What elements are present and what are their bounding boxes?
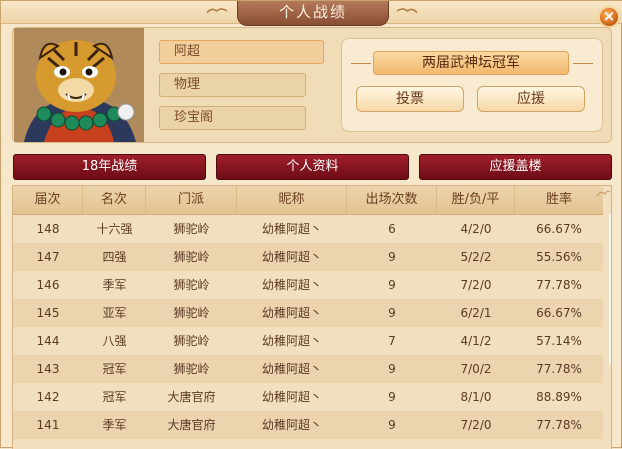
cell-win-rate: 66.67% bbox=[536, 222, 582, 236]
table-row[interactable]: 143 冠军 狮驼岭 幼稚阿超丶 9 7/0/2 77.78% bbox=[13, 355, 603, 383]
cell-rank: 十六强 bbox=[96, 222, 133, 236]
avatar bbox=[14, 28, 144, 142]
cell-win-rate: 55.56% bbox=[536, 250, 582, 264]
tab-support-thread[interactable]: 应援盖楼 bbox=[419, 154, 612, 180]
cell-win-rate: 66.67% bbox=[536, 306, 582, 320]
cell-nickname: 幼稚阿超丶 bbox=[261, 362, 322, 376]
personal-record-window: 个人战绩 × 阿超 物理 珍宝阁 两届武神坛冠军 投票 应援 18年战绩 个人资… bbox=[0, 0, 622, 449]
cell-win-loss-draw: 6/2/1 bbox=[460, 306, 492, 320]
cloud-ornament-icon bbox=[206, 8, 228, 14]
table-row[interactable]: 144 八强 狮驼岭 幼稚阿超丶 7 4/1/2 57.14% bbox=[13, 327, 603, 355]
cell-nickname: 幼稚阿超丶 bbox=[261, 418, 322, 432]
cell-appearances: 7 bbox=[388, 334, 396, 348]
cell-sect: 大唐官府 bbox=[167, 418, 216, 432]
cell-session: 147 bbox=[36, 250, 60, 264]
cloud-ornament-icon bbox=[596, 190, 611, 197]
cell-session: 145 bbox=[36, 306, 60, 320]
cell-session: 146 bbox=[36, 278, 60, 292]
cell-session: 142 bbox=[36, 390, 60, 404]
cell-sect: 狮驼岭 bbox=[173, 222, 210, 236]
cell-win-rate: 77.78% bbox=[536, 362, 582, 376]
cell-session: 148 bbox=[36, 222, 60, 236]
cell-session: 144 bbox=[36, 334, 60, 348]
cell-rank: 冠军 bbox=[102, 362, 127, 376]
honor-title: 两届武神坛冠军 bbox=[373, 51, 569, 75]
close-icon: × bbox=[602, 7, 616, 25]
cell-win-loss-draw: 8/1/0 bbox=[460, 390, 492, 404]
cell-rank: 季军 bbox=[102, 418, 127, 432]
window-title: 个人战绩 bbox=[237, 1, 389, 26]
sect-type-field: 物理 bbox=[159, 73, 306, 97]
cell-sect: 狮驼岭 bbox=[173, 278, 210, 292]
header-sect: 门派 bbox=[146, 186, 237, 214]
cell-rank: 季军 bbox=[102, 278, 127, 292]
cell-appearances: 9 bbox=[388, 278, 396, 292]
cell-nickname: 幼稚阿超丶 bbox=[261, 278, 322, 292]
honor-deco-right bbox=[573, 63, 593, 64]
cell-win-loss-draw: 7/2/0 bbox=[460, 418, 492, 432]
cell-win-rate: 57.14% bbox=[536, 334, 582, 348]
header-win-rate: 胜率 bbox=[545, 192, 572, 207]
player-name-field: 阿超 bbox=[159, 40, 324, 64]
table-row[interactable]: 142 冠军 大唐官府 幼稚阿超丶 9 8/1/0 88.89% bbox=[13, 383, 603, 411]
table-row[interactable]: 141 季军 大唐官府 幼稚阿超丶 9 7/2/0 77.78% bbox=[13, 411, 603, 439]
cell-win-loss-draw: 7/2/0 bbox=[460, 278, 492, 292]
cell-win-loss-draw: 4/2/0 bbox=[460, 222, 492, 236]
table-row[interactable]: 148 十六强 狮驼岭 幼稚阿超丶 6 4/2/0 66.67% bbox=[13, 215, 603, 243]
cell-win-rate: 77.78% bbox=[536, 418, 582, 432]
cell-sect: 大唐官府 bbox=[167, 390, 216, 404]
header-appearances: 出场次数 bbox=[347, 186, 437, 214]
cell-rank: 冠军 bbox=[102, 390, 127, 404]
tab-18-records[interactable]: 18年战绩 bbox=[13, 154, 206, 180]
cell-win-loss-draw: 5/2/2 bbox=[460, 250, 492, 264]
cell-win-loss-draw: 7/0/2 bbox=[460, 362, 492, 376]
cell-nickname: 幼稚阿超丶 bbox=[261, 306, 322, 320]
cell-win-rate: 77.78% bbox=[536, 278, 582, 292]
cell-session: 141 bbox=[36, 418, 60, 432]
table-row[interactable]: 146 季军 狮驼岭 幼稚阿超丶 9 7/2/0 77.78% bbox=[13, 271, 603, 299]
cell-nickname: 幼稚阿超丶 bbox=[261, 334, 322, 348]
cell-win-loss-draw: 4/1/2 bbox=[460, 334, 492, 348]
close-button[interactable]: × bbox=[598, 6, 620, 28]
cell-appearances: 9 bbox=[388, 418, 396, 432]
cell-rank: 八强 bbox=[102, 334, 127, 348]
cell-rank: 亚军 bbox=[102, 306, 127, 320]
cell-sect: 狮驼岭 bbox=[173, 306, 210, 320]
cell-sect: 狮驼岭 bbox=[173, 334, 210, 348]
header-nickname: 昵称 bbox=[237, 186, 347, 214]
scrollbar-thumb[interactable] bbox=[609, 214, 611, 364]
cell-appearances: 9 bbox=[388, 390, 396, 404]
cell-nickname: 幼稚阿超丶 bbox=[261, 250, 322, 264]
cell-sect: 狮驼岭 bbox=[173, 250, 210, 264]
location-field: 珍宝阁 bbox=[159, 106, 306, 130]
cell-session: 143 bbox=[36, 362, 60, 376]
support-button[interactable]: 应援 bbox=[477, 86, 585, 112]
cell-sect: 狮驼岭 bbox=[173, 362, 210, 376]
cell-appearances: 9 bbox=[388, 250, 396, 264]
cell-win-rate: 88.89% bbox=[536, 390, 582, 404]
cell-rank: 四强 bbox=[102, 250, 127, 264]
header-rank: 名次 bbox=[83, 186, 146, 214]
cell-nickname: 幼稚阿超丶 bbox=[261, 222, 322, 236]
tab-personal-info[interactable]: 个人资料 bbox=[216, 154, 409, 180]
cell-appearances: 6 bbox=[388, 222, 396, 236]
cloud-ornament-icon bbox=[396, 8, 418, 14]
table-row[interactable]: 145 亚军 狮驼岭 幼稚阿超丶 9 6/2/1 66.67% bbox=[13, 299, 603, 327]
table-header: 届次 名次 门派 昵称 出场次数 胜/负/平 胜率 bbox=[13, 186, 603, 215]
header-session: 届次 bbox=[13, 186, 83, 214]
records-table: 届次 名次 门派 昵称 出场次数 胜/负/平 胜率 148 十六强 狮驼岭 幼稚阿超丶… bbox=[12, 185, 612, 449]
honor-deco-left bbox=[351, 63, 371, 64]
table-row[interactable]: 147 四强 狮驼岭 幼稚阿超丶 9 5/2/2 55.56% bbox=[13, 243, 603, 271]
cell-nickname: 幼稚阿超丶 bbox=[261, 390, 322, 404]
cell-appearances: 9 bbox=[388, 306, 396, 320]
cell-appearances: 9 bbox=[388, 362, 396, 376]
header-win-loss-draw: 胜/负/平 bbox=[437, 186, 515, 214]
vote-button[interactable]: 投票 bbox=[356, 86, 464, 112]
